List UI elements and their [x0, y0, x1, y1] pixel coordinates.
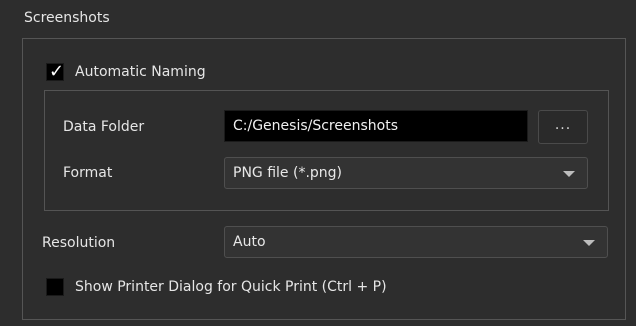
automatic-naming-checkbox[interactable]: ✓	[46, 61, 65, 82]
naming-subgroup	[44, 90, 609, 211]
data-folder-input[interactable]	[224, 110, 528, 142]
data-folder-label: Data Folder	[63, 119, 145, 135]
chevron-down-icon	[583, 240, 595, 246]
format-label: Format	[63, 165, 113, 181]
format-select-value: PNG file (*.png)	[233, 165, 343, 181]
resolution-label: Resolution	[42, 235, 116, 251]
automatic-naming-label: Automatic Naming	[75, 64, 206, 80]
browse-button[interactable]: ...	[538, 110, 588, 144]
resolution-select-value: Auto	[233, 234, 266, 250]
check-icon: ✓	[49, 61, 65, 82]
show-printer-dialog-checkbox[interactable]	[46, 278, 64, 296]
resolution-select[interactable]: Auto	[224, 226, 608, 258]
group-title: Screenshots	[24, 10, 110, 26]
chevron-down-icon	[563, 171, 575, 177]
show-printer-dialog-label: Show Printer Dialog for Quick Print (Ctr…	[75, 279, 387, 295]
format-select[interactable]: PNG file (*.png)	[224, 157, 588, 189]
